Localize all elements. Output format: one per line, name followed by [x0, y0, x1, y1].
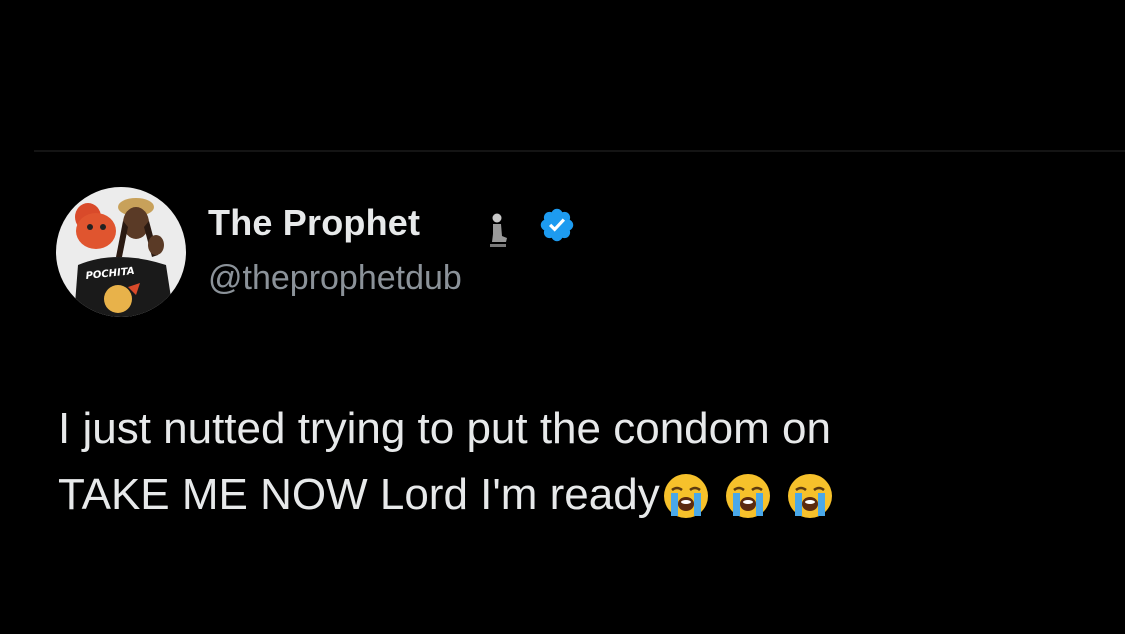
crying-face-emoji-icon	[662, 472, 710, 520]
tweet-text-line-2-text: TAKE ME NOW Lord I'm ready	[58, 470, 660, 519]
tweet-text-line-2: TAKE ME NOW Lord I'm ready	[58, 462, 834, 528]
avatar[interactable]: POCHITA	[56, 187, 186, 317]
crying-face-emoji-icon	[724, 472, 772, 520]
verified-badge-icon	[538, 206, 576, 244]
display-name[interactable]: The Prophet	[208, 202, 420, 244]
emoji-row	[660, 472, 834, 538]
tweet-text: I just nutted trying to put the condom o…	[58, 396, 834, 528]
divider	[34, 150, 1125, 152]
crying-face-emoji-icon	[786, 472, 834, 520]
tweet-text-line-1: I just nutted trying to put the condom o…	[58, 404, 831, 453]
person-kneeling-emoji-icon	[484, 212, 510, 250]
handle[interactable]: @theprophetdub	[208, 259, 462, 298]
